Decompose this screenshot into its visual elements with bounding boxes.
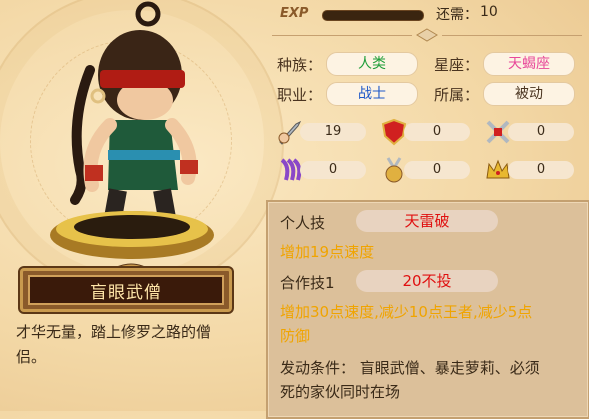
divider-gem-icon xyxy=(416,28,438,42)
affiliation-label: 所属： xyxy=(434,86,480,104)
race-value: 人类 xyxy=(326,52,418,76)
constellation-label: 星座： xyxy=(434,56,480,74)
divider-right xyxy=(442,35,582,36)
combo-skill-name: 20不投 xyxy=(356,270,498,292)
stat-value: 0 xyxy=(404,161,470,179)
combo-skill-label: 合作技1 xyxy=(280,274,335,292)
constellation-value: 天蝎座 xyxy=(483,52,575,76)
combo-skill-effect-line: 防御 xyxy=(280,327,311,345)
exp-bar xyxy=(322,10,424,21)
combo-skill-condition-line: 发动条件： 盲眼武僧、暴走萝莉、必须 xyxy=(280,359,540,377)
personal-skill-label: 个人技 xyxy=(280,214,326,232)
affiliation-value: 被动 xyxy=(483,82,575,106)
combo-skill-condition-line: 死的家伙同时在场 xyxy=(280,383,401,401)
hero-pedestal xyxy=(50,211,214,259)
hero-description-line: 侣。 xyxy=(16,348,47,366)
combo-skill-effect-line: 增加30点速度,减少10点王者,减少5点 xyxy=(280,303,533,321)
exp-label: EXP xyxy=(280,6,309,21)
hero-nameplate: 盲眼武僧 xyxy=(20,268,232,312)
class-value: 战士 xyxy=(326,82,418,106)
stat-value: 0 xyxy=(508,161,574,179)
combo-skill-effect: 增加30点速度,减少10点王者,减少5点 防御 xyxy=(280,300,532,348)
stat-value: 0 xyxy=(508,123,574,141)
class-label: 职业： xyxy=(277,86,323,104)
stat-value: 19 xyxy=(300,123,366,141)
exp-need-value: 10 xyxy=(480,4,498,20)
exp-need-label: 还需： xyxy=(436,7,478,23)
hero-description: 才华无量，踏上修罗之路的僧 侣。 xyxy=(16,320,256,370)
combo-skill-condition: 发动条件： 盲眼武僧、暴走萝莉、必须 死的家伙同时在场 xyxy=(280,356,540,404)
race-label: 种族： xyxy=(277,56,323,74)
hero-name: 盲眼武僧 xyxy=(28,275,224,305)
stat-value: 0 xyxy=(404,123,470,141)
hero-description-line: 才华无量，踏上修罗之路的僧 xyxy=(16,323,212,341)
personal-skill-effect: 增加19点速度 xyxy=(280,243,375,261)
stat-value: 0 xyxy=(300,161,366,179)
personal-skill-name: 天雷破 xyxy=(356,210,498,232)
divider-left xyxy=(272,35,412,36)
